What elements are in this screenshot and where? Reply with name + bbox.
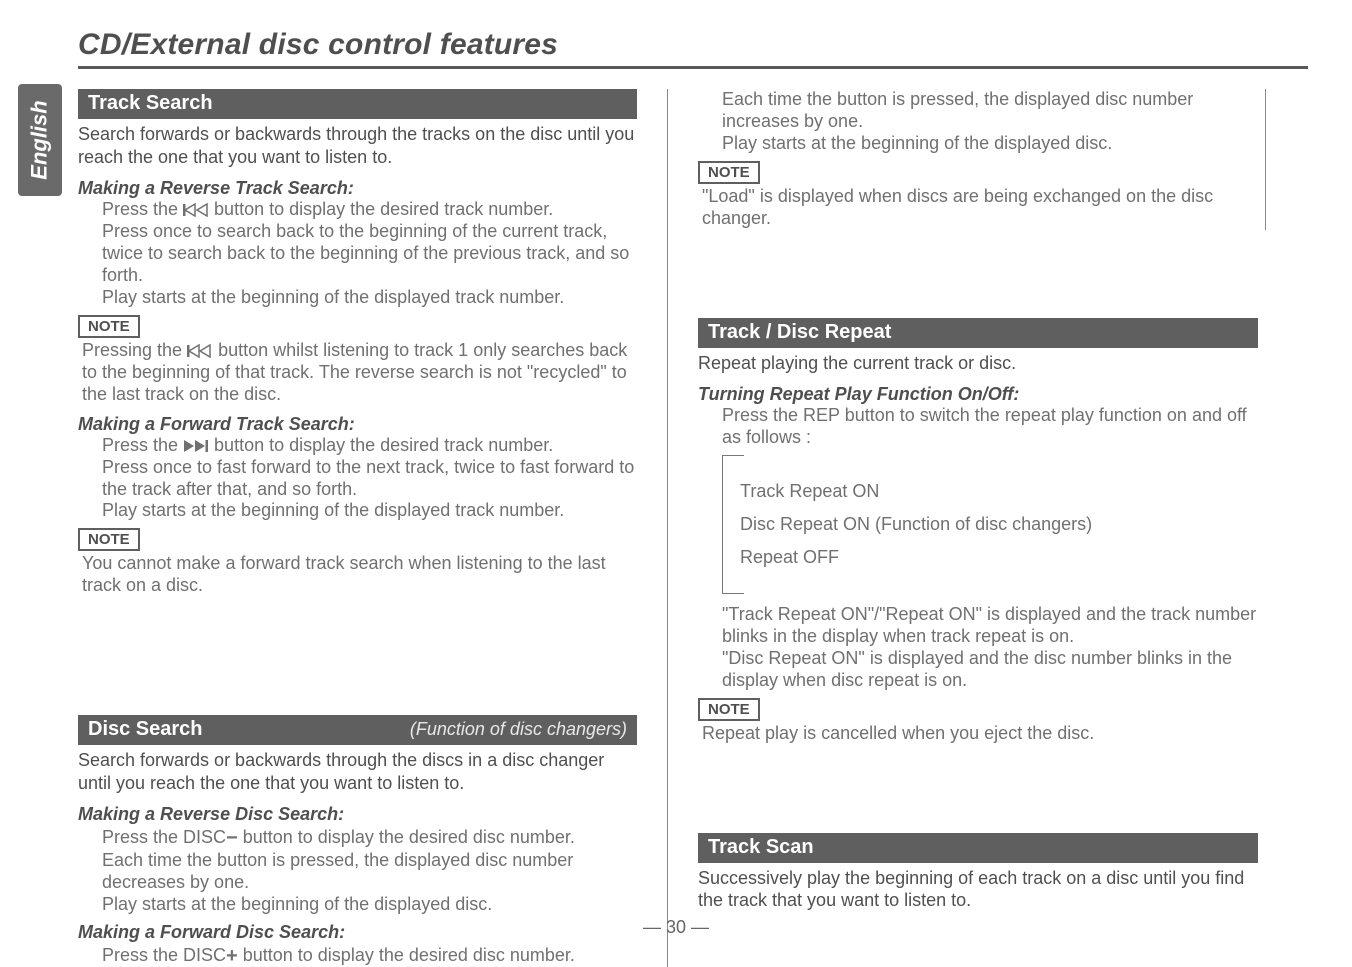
- reverse-disc-body: Press the DISC− button to display the de…: [78, 825, 637, 915]
- repeat-desc: "Track Repeat ON"/"Repeat ON" is display…: [698, 604, 1258, 692]
- page-title: CD/External disc control features: [78, 28, 1308, 69]
- repeat-intro: Repeat playing the current track or disc…: [698, 352, 1258, 375]
- forward-track-body: Press the button to display the desired …: [78, 435, 637, 523]
- repeat-body1: Press the REP button to switch the repea…: [698, 405, 1258, 449]
- section-bar-disc-search: Disc Search (Function of disc changers): [78, 715, 637, 745]
- repeat-option-2: Disc Repeat ON (Function of disc changer…: [740, 514, 1258, 535]
- disc-forward-note: "Load" is displayed when discs are being…: [698, 186, 1257, 230]
- section-bar-scan: Track Scan: [698, 833, 1258, 863]
- note-label: NOTE: [78, 315, 140, 338]
- scan-intro: Successively play the beginning of each …: [698, 867, 1258, 912]
- skip-back-icon: [187, 344, 213, 358]
- left-column: Track Search Search forwards or backward…: [78, 89, 668, 967]
- section-bar-repeat: Track / Disc Repeat: [698, 318, 1258, 348]
- forward-track-heading: Making a Forward Track Search:: [78, 414, 637, 435]
- repeat-option-1: Track Repeat ON: [740, 481, 1258, 502]
- note-label: NOTE: [78, 528, 140, 551]
- right-column: Each time the button is pressed, the dis…: [668, 89, 1258, 967]
- disc-search-intro: Search forwards or backwards through the…: [78, 749, 637, 794]
- reverse-track-body: Press the button to display the desired …: [78, 199, 637, 309]
- bar-title: Track / Disc Repeat: [708, 321, 891, 344]
- note-label: NOTE: [698, 698, 760, 721]
- minus-icon: −: [226, 827, 238, 849]
- repeat-heading: Turning Repeat Play Function On/Off:: [698, 384, 1258, 405]
- skip-back-icon: [183, 203, 209, 217]
- bar-title: Disc Search: [88, 718, 203, 741]
- track-search-intro: Search forwards or backwards through the…: [78, 123, 637, 168]
- disc-forward-cont: Each time the button is pressed, the dis…: [698, 89, 1257, 155]
- repeat-option-3: Repeat OFF: [740, 547, 1258, 568]
- reverse-track-heading: Making a Reverse Track Search:: [78, 178, 637, 199]
- bar-title: Track Search: [88, 92, 213, 115]
- repeat-note: Repeat play is cancelled when you eject …: [698, 723, 1258, 745]
- language-tab: English: [18, 84, 62, 196]
- forward-track-note: You cannot make a forward track search w…: [78, 553, 637, 597]
- page-number: — 30 —: [0, 917, 1352, 938]
- note-label: NOTE: [698, 161, 760, 184]
- skip-forward-icon: [183, 439, 209, 453]
- bar-subtitle: (Function of disc changers): [410, 719, 627, 740]
- reverse-track-note: Pressing the button whilst listening to …: [78, 340, 637, 406]
- section-bar-track-search: Track Search: [78, 89, 637, 119]
- reverse-disc-heading: Making a Reverse Disc Search:: [78, 804, 637, 825]
- plus-icon: +: [226, 945, 238, 967]
- forward-disc-body: Press the DISC+ button to display the de…: [78, 943, 637, 967]
- bar-title: Track Scan: [708, 836, 814, 859]
- repeat-flow: Track Repeat ON Disc Repeat ON (Function…: [722, 455, 1258, 594]
- language-label: English: [27, 100, 53, 179]
